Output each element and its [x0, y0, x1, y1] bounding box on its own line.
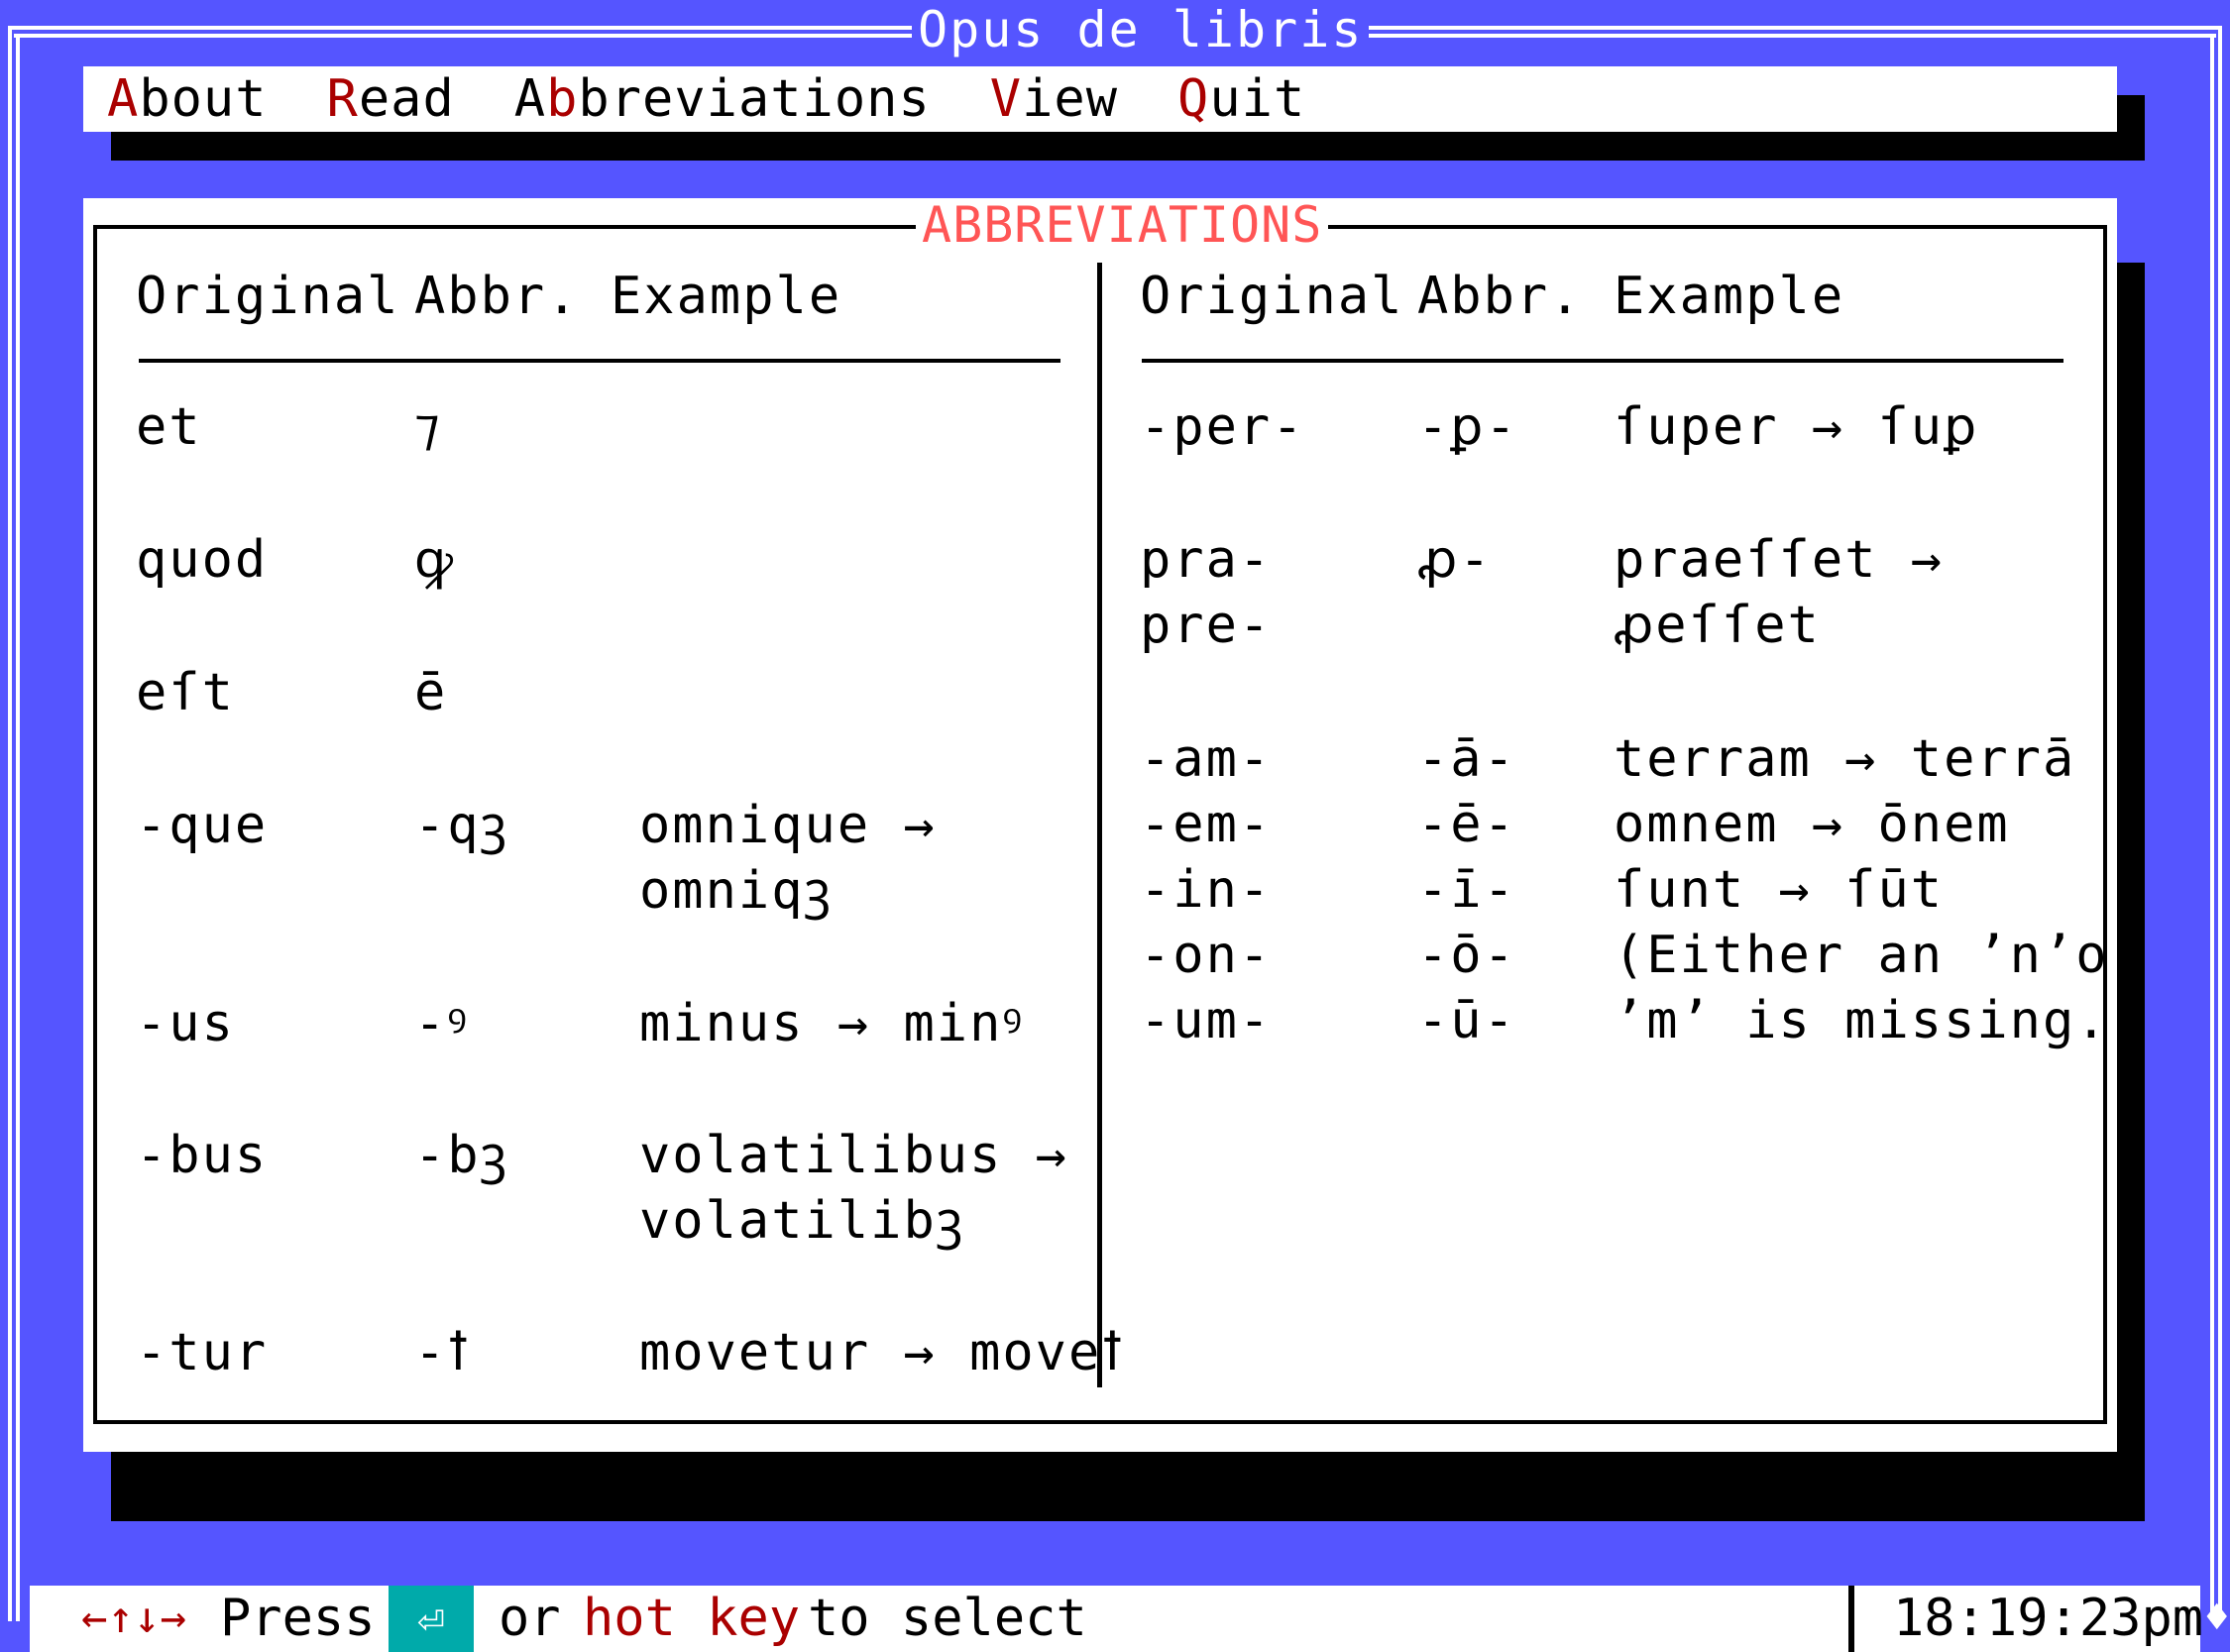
- menu-hotkey: b: [546, 69, 579, 129]
- menu-item-label: ead: [358, 69, 455, 129]
- menu-item-label: uit: [1209, 69, 1306, 129]
- right-row-original: -em-: [1140, 795, 1273, 854]
- left-row-original: et: [136, 397, 202, 457]
- outer-frame-left-2: [16, 34, 20, 1621]
- left-row-example-line2: volatilibꝫ: [639, 1191, 965, 1251]
- right-row-abbr: -ū-: [1417, 991, 1516, 1050]
- right-row-example: ’m’ is missing.): [1614, 991, 2142, 1050]
- menu-hotkey: A: [107, 69, 140, 129]
- left-row-abbr: ē: [414, 663, 448, 722]
- menu-hotkey: Q: [1177, 69, 1210, 129]
- dialog-title: ABBREVIATIONS: [916, 198, 1329, 252]
- left-row-example: movetur → moveꝉ: [639, 1323, 1126, 1382]
- right-row-original-line2: pre-: [1140, 596, 1273, 655]
- right-row-original: -in-: [1140, 860, 1273, 920]
- menu-item-prefix: A: [513, 69, 547, 129]
- left-row-abbr: -qꝫ: [414, 796, 509, 855]
- diamond-icon: ♦: [2203, 1593, 2230, 1643]
- right-row-example: terram → terrā: [1614, 729, 2076, 789]
- menu-item-label: breviations: [578, 69, 931, 129]
- right-row-abbr: -ī-: [1417, 860, 1516, 920]
- column-divider: [1097, 263, 1102, 1387]
- right-header-example: Example: [1614, 267, 1845, 326]
- status-separator: [1848, 1586, 1854, 1652]
- right-row-abbr: ꝓ-: [1417, 530, 1493, 590]
- left-header-example: Example: [611, 267, 842, 326]
- right-row-abbr: -ē-: [1417, 795, 1516, 854]
- outer-frame-left-1: [8, 26, 12, 1621]
- left-row-abbr: -ꝰ: [414, 994, 470, 1053]
- right-row-original: -am-: [1140, 729, 1273, 789]
- right-row-example-line2: ꝓeſſet: [1614, 596, 1821, 655]
- menu-item-label: iew: [1022, 69, 1119, 129]
- right-row-abbr: -ō-: [1417, 926, 1516, 985]
- left-row-original: eſt: [136, 663, 235, 722]
- right-row-original: -per-: [1140, 397, 1305, 457]
- arrow-keys-icon: ←↑↓→: [81, 1593, 186, 1643]
- left-row-original: -tur: [136, 1323, 269, 1382]
- right-row-example: ſuper → ſuꝑ: [1614, 397, 1979, 457]
- left-row-example: volatilibus →: [639, 1126, 1068, 1185]
- status-hot-key: hot key: [583, 1589, 801, 1648]
- window-title: Opus de libris: [912, 0, 1370, 61]
- status-press: Press: [220, 1589, 376, 1648]
- status-to-select: to select: [808, 1589, 1087, 1648]
- left-header-abbr: Abbr.: [414, 267, 580, 326]
- right-row-abbr: -ā-: [1417, 729, 1516, 789]
- right-row-original: pra-: [1140, 530, 1273, 590]
- menu-hotkey: R: [326, 69, 359, 129]
- left-row-abbr: -bꝫ: [414, 1126, 509, 1185]
- right-row-original: -on-: [1140, 926, 1273, 985]
- left-row-example: minus → minꝰ: [639, 994, 1025, 1053]
- outer-frame-right-1: [2218, 26, 2222, 1621]
- menubar: About Read Abbreviations View Quit: [83, 66, 2117, 132]
- right-header-abbr: Abbr.: [1417, 267, 1583, 326]
- right-header-original: Original: [1140, 267, 1404, 326]
- left-row-abbr: -ꝉ: [414, 1323, 472, 1382]
- left-row-original: -bus: [136, 1126, 269, 1185]
- menu-item-2[interactable]: Abbreviations: [514, 69, 931, 129]
- left-header-original: Original: [136, 267, 400, 326]
- enter-key-icon: ⏎: [389, 1586, 474, 1652]
- left-row-original: -que: [136, 796, 269, 855]
- menu-hotkey: V: [989, 69, 1023, 129]
- status-or: or: [499, 1589, 561, 1648]
- menu-item-4[interactable]: Quit: [1177, 69, 1305, 129]
- left-row-abbr: ꝙ: [414, 530, 456, 590]
- menu-item-3[interactable]: View: [990, 69, 1118, 129]
- right-row-example: omnem → ōnem: [1614, 795, 2010, 854]
- menu-item-1[interactable]: Read: [327, 69, 455, 129]
- right-row-example: ſunt → ſūt: [1614, 860, 1945, 920]
- right-header-rule: [1142, 359, 2063, 363]
- menu-item-0[interactable]: About: [107, 69, 268, 129]
- outer-frame-right-2: [2210, 34, 2214, 1621]
- left-row-original: quod: [136, 530, 269, 590]
- left-row-original: -us: [136, 994, 235, 1053]
- left-row-abbr: ⁊: [414, 397, 442, 457]
- left-row-example: omnique →: [639, 796, 937, 855]
- left-header-rule: [139, 359, 1060, 363]
- right-row-original: -um-: [1140, 991, 1273, 1050]
- left-row-example-line2: omniqꝫ: [639, 861, 834, 921]
- right-row-example: praeſſet →: [1614, 530, 1945, 590]
- clock: 18:19:23pm: [1893, 1589, 2204, 1648]
- right-row-abbr: -ꝑ-: [1417, 397, 1518, 457]
- right-row-example: (Either an ’n’or: [1614, 926, 2142, 985]
- menu-item-label: bout: [139, 69, 268, 129]
